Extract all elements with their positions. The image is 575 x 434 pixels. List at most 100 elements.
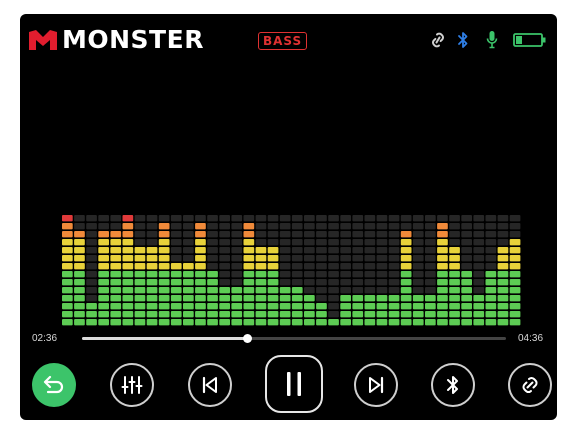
eq-segment-lit [267, 287, 279, 294]
eq-segment-lit [231, 311, 243, 318]
back-button[interactable] [32, 363, 76, 407]
eq-segment-lit [74, 319, 85, 326]
eq-segment-lit [62, 303, 73, 310]
bluetooth-button[interactable] [431, 363, 475, 407]
eq-segment-lit [183, 319, 194, 326]
eq-segment-off [473, 247, 485, 254]
next-button[interactable] [354, 363, 398, 407]
eq-segment-off [497, 223, 509, 230]
eq-segment-off [352, 279, 364, 286]
eq-segment-lit [110, 271, 122, 278]
pause-button[interactable] [265, 355, 323, 413]
eq-segment-lit [74, 295, 85, 302]
eq-segment-lit [449, 263, 460, 270]
eq-segment-lit [207, 319, 218, 326]
eq-segment-off [352, 223, 364, 230]
eq-segment-lit [449, 271, 460, 278]
eq-segment-lit [195, 255, 206, 262]
eq-segment-lit [98, 239, 109, 246]
eq-segment-lit [207, 295, 218, 302]
eq-segment-lit [473, 311, 485, 318]
eq-segment-off [473, 239, 485, 246]
eq-segment-lit [183, 271, 194, 278]
eq-segment-off [243, 215, 255, 222]
eq-segment-lit [461, 287, 472, 294]
eq-segment-lit [158, 247, 170, 254]
eq-segment-off [461, 255, 472, 262]
eq-segment-lit [449, 319, 460, 326]
eq-segment-off [267, 223, 279, 230]
eq-segment-lit [62, 287, 73, 294]
eq-segment-lit [146, 271, 158, 278]
eq-segment-off [376, 231, 388, 238]
eq-segment-lit [352, 303, 364, 310]
previous-button[interactable] [188, 363, 232, 407]
eq-segment-off [364, 223, 376, 230]
eq-segment-off [316, 247, 327, 254]
eq-segment-lit [98, 263, 109, 270]
eq-segment-lit [509, 295, 521, 302]
eq-segment-lit [425, 319, 436, 326]
eq-segment-lit [146, 247, 158, 254]
eq-segment-lit [183, 279, 194, 286]
eq-segment-off [231, 215, 243, 222]
eq-segment-lit [243, 295, 255, 302]
eq-segment-lit [461, 319, 472, 326]
eq-segment-lit [98, 287, 109, 294]
eq-segment-off [485, 239, 497, 246]
eq-segment-off [86, 255, 97, 262]
progress-thumb[interactable] [243, 334, 253, 343]
eq-segment-off [485, 263, 497, 270]
eq-segment-off [255, 215, 267, 222]
eq-segment-off [328, 263, 339, 270]
eq-segment-lit [352, 311, 364, 318]
eq-segment-lit [473, 303, 485, 310]
eq-segment-off [340, 287, 351, 294]
eq-segment-off [255, 239, 267, 246]
eq-segment-lit [449, 255, 460, 262]
progress-track[interactable] [82, 334, 506, 343]
eq-segment-lit [437, 247, 448, 254]
eq-segment-off [412, 247, 424, 254]
eq-segment-lit [304, 295, 315, 302]
eq-segment-off [412, 239, 424, 246]
eq-segment-off [340, 231, 351, 238]
eq-segment-lit [207, 271, 218, 278]
eq-segment-off [352, 215, 364, 222]
link-button[interactable] [508, 363, 552, 407]
eq-segment-lit [485, 295, 497, 302]
eq-segment-off [376, 223, 388, 230]
eq-segment-off [110, 223, 122, 230]
eq-segment-lit [183, 263, 194, 270]
eq-segment-off [364, 255, 376, 262]
eq-segment-lit [437, 231, 448, 238]
eq-segment-off [473, 223, 485, 230]
eq-segment-lit [98, 247, 109, 254]
eq-segment-lit [376, 319, 388, 326]
eq-segment-off [170, 239, 182, 246]
eq-segment-lit [485, 271, 497, 278]
eq-segment-lit [437, 255, 448, 262]
eq-segment-lit [243, 319, 255, 326]
eq-segment-lit [122, 303, 134, 310]
eq-segment-off [425, 223, 436, 230]
eq-segment-lit [158, 303, 170, 310]
eq-segment-off [304, 215, 315, 222]
eq-segment-lit [231, 295, 243, 302]
eq-segment-off [316, 271, 327, 278]
eq-segment-off [364, 231, 376, 238]
eq-segment-off [388, 255, 400, 262]
eq-segment-off [473, 215, 485, 222]
eq-segment-lit [388, 311, 400, 318]
equalizer-button[interactable] [110, 363, 154, 407]
eq-segment-off [388, 279, 400, 286]
eq-segment-lit [485, 287, 497, 294]
eq-segment-lit [509, 263, 521, 270]
eq-segment-off [364, 279, 376, 286]
eq-segment-off [98, 223, 109, 230]
eq-segment-lit [376, 311, 388, 318]
eq-segment-off [316, 279, 327, 286]
eq-segment-lit [74, 271, 85, 278]
eq-segment-lit [195, 231, 206, 238]
eq-segment-lit [267, 247, 279, 254]
